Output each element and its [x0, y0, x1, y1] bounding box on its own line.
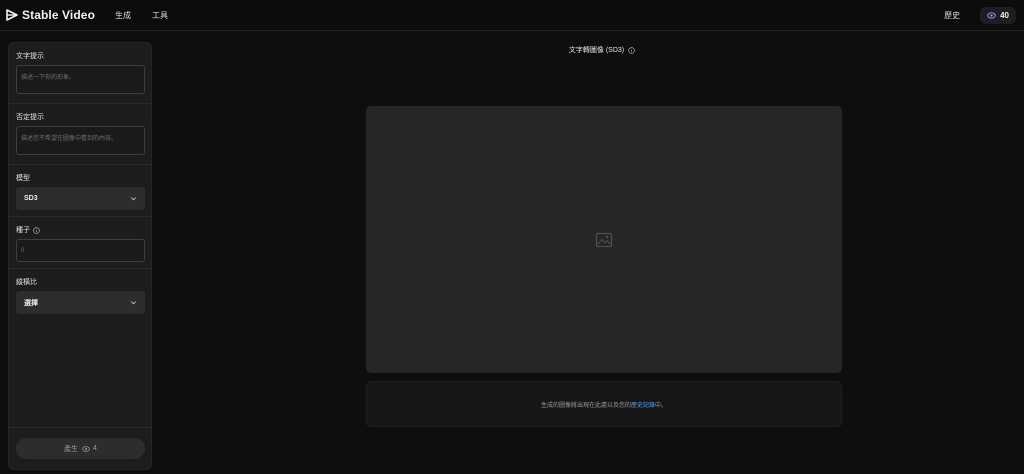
brand-name: Stable Video: [22, 8, 96, 22]
eye-coin-icon: [987, 12, 996, 19]
top-bar: Stable Video 生成 工具 歷史 40: [0, 0, 1024, 31]
play-logo-icon: [6, 9, 18, 21]
nav-generate[interactable]: 生成: [115, 10, 131, 21]
aspect-ratio-title: 縱橫比: [16, 279, 37, 286]
credits-badge[interactable]: 40: [980, 7, 1016, 24]
aspect-ratio-section: 縱橫比 選擇: [9, 269, 151, 321]
negative-prompt-title: 否定提示: [16, 114, 44, 121]
model-select[interactable]: SD3: [16, 187, 145, 210]
eye-coin-icon: [82, 445, 90, 452]
history-link[interactable]: 歷史: [944, 10, 960, 21]
chevron-down-icon: [131, 197, 136, 201]
model-value: SD3: [24, 195, 38, 202]
negative-prompt-input[interactable]: 描述您不希望在圖像中看到的內容。: [16, 126, 145, 155]
model-section: 模型 SD3: [9, 165, 151, 217]
info-icon[interactable]: [628, 46, 635, 54]
page-title-text: 文字轉圖像 (SD3): [568, 47, 625, 54]
seed-section: 種子 0: [9, 217, 151, 269]
settings-panel: 文字提示 描述一下你的形象。 否定提示 描述您不希望在圖像中看到的內容。 模型 …: [8, 42, 152, 470]
image-placeholder-icon: [595, 232, 613, 247]
aspect-ratio-select[interactable]: 選擇: [16, 291, 145, 314]
model-title: 模型: [16, 175, 30, 182]
footer-divider: [9, 427, 151, 428]
seed-input[interactable]: 0: [16, 239, 145, 262]
negative-prompt-section: 否定提示 描述您不希望在圖像中看到的內容。: [9, 104, 151, 165]
notice-text: 生成的圖像將出現在此處以及您的: [540, 402, 631, 409]
nav-tools[interactable]: 工具: [152, 10, 168, 21]
chevron-down-icon: [131, 301, 136, 305]
image-preview-area: [366, 106, 842, 373]
output-notice: 生成的圖像將出現在此處以及您的 歷史記錄 中。: [366, 381, 842, 427]
top-right-area: 歷史 40: [944, 0, 1024, 31]
prompt-input[interactable]: 描述一下你的形象。: [16, 65, 145, 94]
seed-title-label: 種子: [16, 227, 30, 234]
credits-value: 40: [1000, 11, 1009, 20]
generate-label: 產生: [64, 445, 79, 453]
info-icon[interactable]: [33, 226, 40, 234]
brand[interactable]: Stable Video: [6, 0, 95, 31]
main-nav: 生成 工具: [115, 10, 189, 21]
notice-suffix: 中。: [655, 402, 668, 409]
aspect-ratio-value: 選擇: [24, 299, 38, 307]
seed-title: 種子: [16, 225, 40, 235]
generate-button[interactable]: 產生 4: [16, 438, 145, 459]
page-title: 文字轉圖像 (SD3): [0, 45, 1024, 55]
generate-cost: 4: [93, 445, 97, 452]
history-record-link[interactable]: 歷史記錄: [631, 400, 655, 409]
